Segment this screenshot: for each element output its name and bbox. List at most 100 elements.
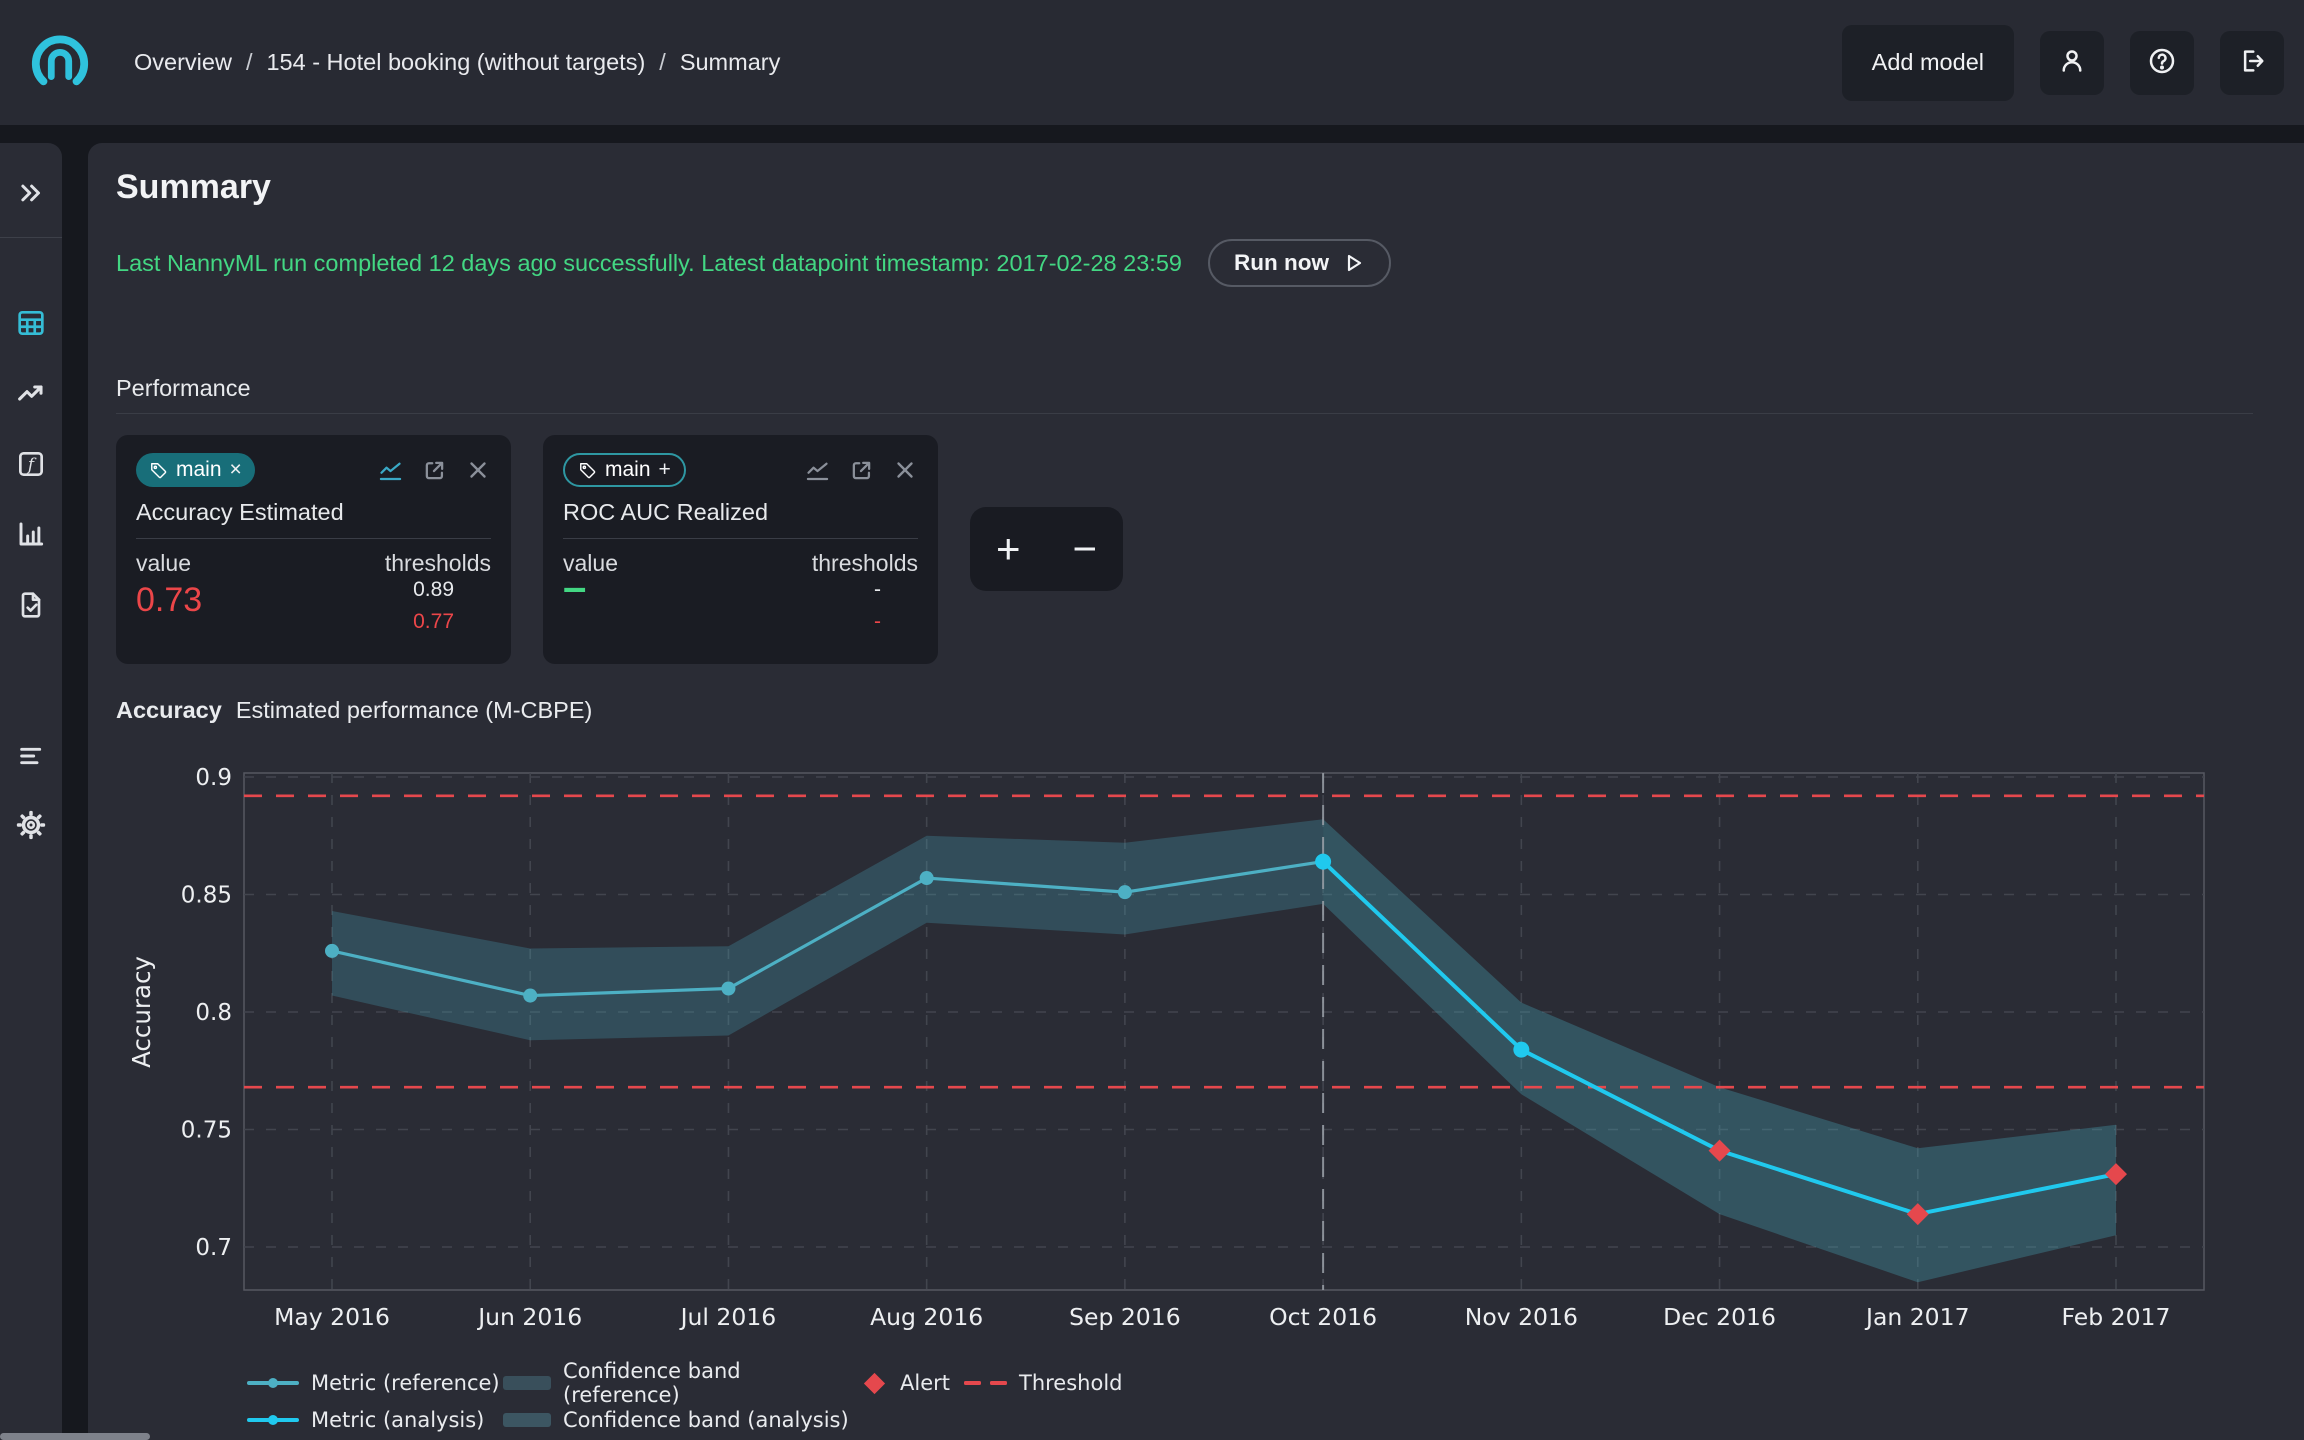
threshold-upper-value: - xyxy=(874,578,881,602)
legend-label: Alert xyxy=(900,1371,950,1395)
external-link-icon[interactable] xyxy=(848,457,875,484)
tag-pill-main[interactable]: main + xyxy=(563,453,686,487)
x-tick-label: Oct 2016 xyxy=(1269,1303,1377,1331)
play-icon xyxy=(1341,251,1365,275)
tag-remove-button[interactable]: × xyxy=(230,458,242,482)
data-point[interactable] xyxy=(920,871,934,885)
legend-metric-analysis[interactable]: Metric (analysis) xyxy=(247,1406,503,1434)
sidebar-item-monitoring[interactable] xyxy=(13,377,49,413)
sidebar-item-metrics[interactable] xyxy=(13,518,49,554)
horizontal-scrollbar[interactable] xyxy=(0,1433,150,1440)
data-point[interactable] xyxy=(1118,885,1132,899)
navbar-actions: Add model xyxy=(1842,25,2284,101)
breadcrumb-summary[interactable]: Summary xyxy=(680,49,781,76)
close-icon[interactable] xyxy=(892,457,918,483)
x-tick-label: Aug 2016 xyxy=(870,1303,983,1331)
legend-band-reference[interactable]: Confidence band (reference) xyxy=(503,1369,861,1397)
report-check-icon xyxy=(15,589,47,626)
section-divider xyxy=(116,413,2253,414)
band-swatch-icon xyxy=(503,1413,551,1427)
chart-title: AccuracyEstimated performance (M-CBPE) xyxy=(116,697,592,724)
card-divider xyxy=(136,538,491,539)
add-model-button[interactable]: Add model xyxy=(1842,25,2014,101)
metric-value: 0.73 xyxy=(136,581,202,620)
threshold-dashes-icon xyxy=(964,1381,1007,1385)
chart-subtitle: Estimated performance (M-CBPE) xyxy=(236,697,593,723)
performance-heading: Performance xyxy=(116,375,251,402)
y-axis-label: Accuracy xyxy=(127,956,156,1068)
legend-band-analysis[interactable]: Confidence band (analysis) xyxy=(503,1406,861,1434)
metric-card-title: ROC AUC Realized xyxy=(563,499,768,526)
breadcrumb: Overview / 154 - Hotel booking (without … xyxy=(134,49,780,76)
chart-view-icon[interactable] xyxy=(377,457,404,484)
tag-pill-main[interactable]: main × xyxy=(136,453,255,487)
run-now-label: Run now xyxy=(1234,250,1329,276)
gear-icon xyxy=(15,809,47,846)
performance-chart[interactable]: 0.90.850.80.750.7May 2016Jun 2016Jul 201… xyxy=(116,765,2206,1365)
legend-label: Confidence band (analysis) xyxy=(563,1408,849,1432)
alert-diamond-icon xyxy=(864,1372,885,1393)
legend-metric-reference[interactable]: Metric (reference) xyxy=(247,1369,503,1397)
user-button[interactable] xyxy=(2040,31,2104,95)
external-link-icon[interactable] xyxy=(421,457,448,484)
function-icon: f xyxy=(15,448,47,485)
sidebar-item-functions[interactable]: f xyxy=(13,448,49,484)
sidebar-item-reports[interactable] xyxy=(13,589,49,625)
threshold-lower-value: 0.77 xyxy=(413,610,454,634)
breadcrumb-model[interactable]: 154 - Hotel booking (without targets) xyxy=(266,49,645,76)
breadcrumb-separator: / xyxy=(246,49,253,76)
performance-cards: main × xyxy=(116,435,1123,664)
y-tick-label: 0.9 xyxy=(195,765,232,791)
add-metric-button[interactable]: + xyxy=(986,528,1031,570)
x-tick-label: Dec 2016 xyxy=(1663,1303,1776,1331)
user-icon xyxy=(2057,46,2087,79)
expand-sidebar-icon[interactable] xyxy=(13,175,49,211)
metric-value: – xyxy=(563,563,586,611)
thresholds-label: thresholds xyxy=(385,550,491,577)
thresholds-label: thresholds xyxy=(812,550,918,577)
tag-add-button[interactable]: + xyxy=(659,458,671,482)
value-label: value xyxy=(136,550,191,577)
data-point[interactable] xyxy=(325,944,339,958)
breadcrumb-overview[interactable]: Overview xyxy=(134,49,232,76)
sidebar-item-logs[interactable] xyxy=(13,740,49,776)
tag-icon xyxy=(149,461,168,480)
chart-view-icon[interactable] xyxy=(804,457,831,484)
logout-icon xyxy=(2237,46,2267,79)
legend-threshold[interactable]: Threshold xyxy=(964,1369,1123,1397)
legend-label: Metric (analysis) xyxy=(311,1408,484,1432)
data-point[interactable] xyxy=(721,982,735,996)
x-tick-label: Sep 2016 xyxy=(1069,1303,1181,1331)
card-divider xyxy=(563,538,918,539)
confidence-band xyxy=(332,819,1323,1040)
x-tick-label: Jul 2016 xyxy=(679,1303,777,1331)
logs-icon xyxy=(15,740,47,777)
line-swatch-icon xyxy=(247,1418,299,1423)
status-message: Last NannyML run completed 12 days ago s… xyxy=(116,250,1182,277)
breadcrumb-separator: / xyxy=(659,49,666,76)
data-point[interactable] xyxy=(1315,854,1331,870)
chart-legend: Metric (reference) Confidence band (refe… xyxy=(247,1369,1123,1434)
metric-card-accuracy: main × xyxy=(116,435,511,664)
legend-label: Confidence band (reference) xyxy=(563,1359,861,1407)
tag-label: main xyxy=(176,458,222,482)
navbar: Overview / 154 - Hotel booking (without … xyxy=(0,0,2304,125)
tag-icon xyxy=(578,461,597,480)
run-now-button[interactable]: Run now xyxy=(1208,239,1391,287)
x-tick-label: Feb 2017 xyxy=(2062,1303,2171,1331)
close-icon[interactable] xyxy=(465,457,491,483)
legend-alert[interactable]: Alert xyxy=(861,1369,964,1397)
metric-card-title: Accuracy Estimated xyxy=(136,499,344,526)
x-tick-label: Jan 2017 xyxy=(1864,1303,1970,1331)
logout-button[interactable] xyxy=(2220,31,2284,95)
sidebar-item-settings[interactable] xyxy=(13,809,49,845)
threshold-upper-value: 0.89 xyxy=(413,578,454,602)
x-tick-label: Jun 2016 xyxy=(476,1303,582,1331)
y-tick-label: 0.85 xyxy=(181,883,232,909)
data-point[interactable] xyxy=(523,989,537,1003)
nannyml-logo[interactable] xyxy=(28,31,92,95)
sidebar-item-models-table[interactable] xyxy=(13,307,49,343)
help-button[interactable] xyxy=(2130,31,2194,95)
data-point[interactable] xyxy=(1513,1042,1529,1058)
remove-metric-button[interactable]: − xyxy=(1062,528,1107,570)
